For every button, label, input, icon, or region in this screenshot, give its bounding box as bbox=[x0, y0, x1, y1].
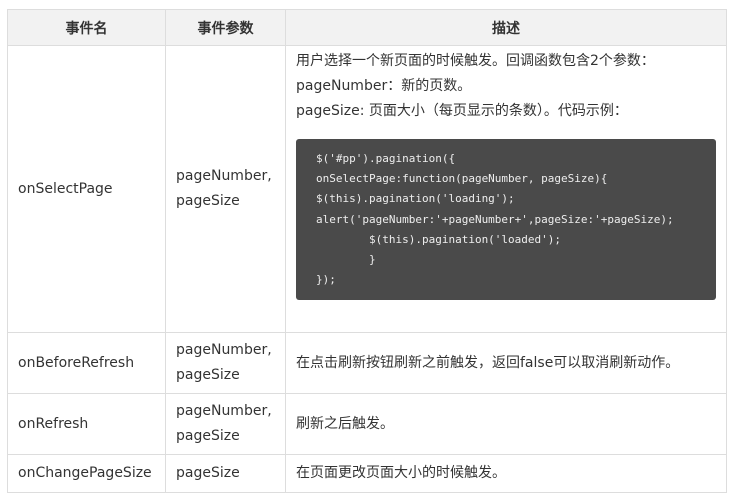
event-name-cell: onSelectPage bbox=[7, 45, 166, 333]
events-table: 事件名 事件参数 描述 onSelectPage pageNumber, pag… bbox=[7, 9, 727, 493]
param-item: pageNumber, bbox=[176, 403, 272, 419]
table-row: onChangePageSize pageSize 在页面更改页面大小的时候触发… bbox=[7, 454, 727, 493]
code-line: } bbox=[316, 253, 376, 267]
event-name-cell: onChangePageSize bbox=[7, 454, 166, 493]
param-item: pageSize bbox=[176, 367, 240, 383]
event-params-cell: pageNumber, pageSize bbox=[165, 45, 286, 333]
header-event-params: 事件参数 bbox=[165, 9, 286, 46]
param-item: pageSize bbox=[176, 465, 240, 481]
description-cell: 在点击刷新按钮刷新之前触发，返回false可以取消刷新动作。 bbox=[285, 332, 727, 394]
code-example: $('#pp').pagination({ onSelectPage:functi… bbox=[296, 139, 716, 301]
param-item: pageNumber, bbox=[176, 168, 272, 184]
param-item: pageNumber, bbox=[176, 342, 272, 358]
description-cell: 在页面更改页面大小的时候触发。 bbox=[285, 454, 727, 493]
header-description: 描述 bbox=[285, 9, 727, 46]
code-line: $('#pp').pagination({ bbox=[316, 152, 456, 165]
description-line: pageSize: 页面大小（每页显示的条数）。代码示例： bbox=[296, 103, 628, 119]
description-cell: 刷新之后触发。 bbox=[285, 393, 727, 455]
param-item: pageSize bbox=[176, 193, 240, 209]
table-row: onSelectPage pageNumber, pageSize 用户选择一个… bbox=[7, 45, 727, 333]
event-params-cell: pageSize bbox=[165, 454, 286, 493]
code-line: onSelectPage:function(pageNumber, pageSi… bbox=[316, 172, 608, 186]
event-name-cell: onBeforeRefresh bbox=[7, 332, 166, 394]
param-item: pageSize bbox=[176, 428, 240, 444]
header-row: 事件名 事件参数 描述 bbox=[7, 9, 727, 46]
description-cell: 用户选择一个新页面的时候触发。回调函数包含2个参数： pageNumber：新的… bbox=[285, 45, 727, 333]
code-line: $(this).pagination('loaded'); bbox=[316, 232, 562, 246]
event-params-cell: pageNumber, pageSize bbox=[165, 393, 286, 455]
event-params-cell: pageNumber, pageSize bbox=[165, 332, 286, 394]
table-row: onRefresh pageNumber, pageSize 刷新之后触发。 bbox=[7, 393, 727, 455]
event-name-cell: onRefresh bbox=[7, 393, 166, 455]
description-line: 用户选择一个新页面的时候触发。回调函数包含2个参数： bbox=[296, 53, 655, 69]
table-row: onBeforeRefresh pageNumber, pageSize 在点击… bbox=[7, 332, 727, 394]
description-line: pageNumber：新的页数。 bbox=[296, 78, 472, 94]
header-event-name: 事件名 bbox=[7, 9, 166, 46]
code-line: $(this).pagination('loading'); bbox=[316, 192, 515, 206]
code-line: alert('pageNumber:'+pageNumber+',pageSiz… bbox=[316, 212, 674, 226]
code-line: }); bbox=[316, 273, 336, 287]
